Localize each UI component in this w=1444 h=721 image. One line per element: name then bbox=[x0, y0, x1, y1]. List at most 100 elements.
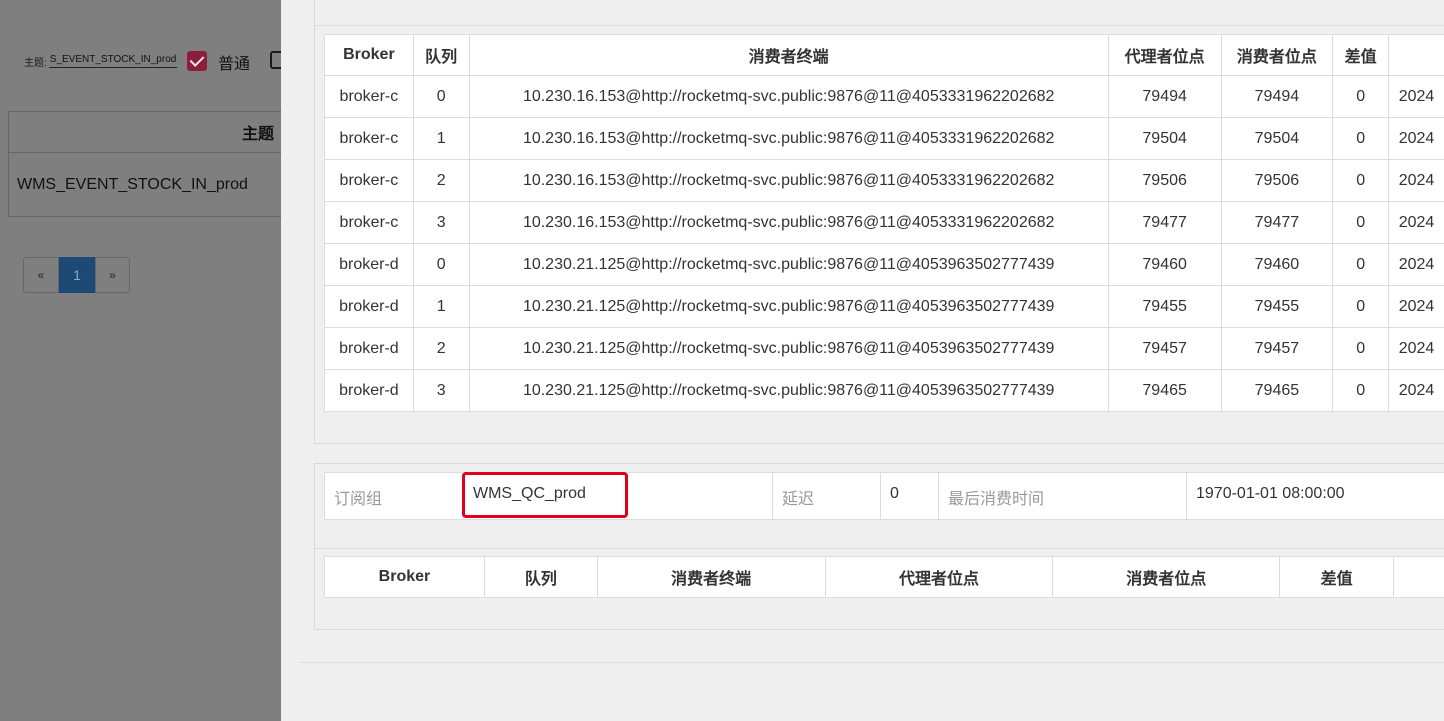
cell-broker-offset: 79455 bbox=[1107, 285, 1222, 328]
cell-broker-offset: 79460 bbox=[1107, 243, 1222, 286]
cell-broker: broker-c bbox=[324, 75, 414, 118]
cell-time: 2024 bbox=[1388, 285, 1444, 328]
cell-time: 2024 bbox=[1388, 327, 1444, 370]
cell-time: 2024 bbox=[1388, 369, 1444, 412]
cell-consumer-client: 10.230.21.125@http://rocketmq-svc.public… bbox=[468, 327, 1109, 370]
cell-broker: broker-c bbox=[324, 159, 414, 202]
table-row: broker-d 0 10.230.21.125@http://rocketmq… bbox=[324, 243, 1444, 286]
table-row: broker-d 2 10.230.21.125@http://rocketmq… bbox=[324, 327, 1444, 370]
cell-broker-offset: 79457 bbox=[1107, 327, 1222, 370]
col-consumer-offset: 消费者位点 bbox=[1220, 34, 1334, 76]
cell-diff: 0 bbox=[1332, 327, 1390, 370]
cell-broker: broker-d bbox=[324, 369, 414, 412]
cell-consumer-offset: 79504 bbox=[1220, 117, 1334, 160]
table-row: broker-c 1 10.230.16.153@http://rocketmq… bbox=[324, 117, 1444, 160]
cell-time: 2024 bbox=[1388, 159, 1444, 202]
table-row[interactable]: WMS_EVENT_STOCK_IN_prod bbox=[9, 153, 309, 216]
cell-consumer-offset: 79457 bbox=[1220, 327, 1334, 370]
cell-queue: 2 bbox=[412, 159, 470, 202]
cell-time: 2024 bbox=[1388, 75, 1444, 118]
cell-diff: 0 bbox=[1332, 75, 1390, 118]
col-consumer-client: 消费者终端 bbox=[596, 556, 826, 598]
last-consume-value: 1970-01-01 08:00:00 bbox=[1187, 473, 1444, 519]
cell-broker-offset: 79504 bbox=[1107, 117, 1222, 160]
col-consumer-client: 消费者终端 bbox=[468, 34, 1109, 76]
col-time bbox=[1393, 556, 1444, 598]
cell-queue: 0 bbox=[412, 75, 470, 118]
cell-diff: 0 bbox=[1332, 117, 1390, 160]
topic-filter-label: 主题: bbox=[24, 57, 47, 69]
cell-time: 2024 bbox=[1388, 117, 1444, 160]
table-row: broker-c 3 10.230.16.153@http://rocketmq… bbox=[324, 201, 1444, 244]
normal-checkbox[interactable] bbox=[187, 51, 207, 71]
queue-panel-1: Broker 队列 消费者终端 代理者位点 消费者位点 差值 broker-c … bbox=[314, 0, 1444, 444]
normal-checkbox-label: 普通 bbox=[218, 56, 251, 73]
pagination: « 1 » bbox=[23, 257, 130, 293]
cell-consumer-client: 10.230.21.125@http://rocketmq-svc.public… bbox=[468, 243, 1109, 286]
cell-consumer-offset: 79465 bbox=[1220, 369, 1334, 412]
col-broker-offset: 代理者位点 bbox=[824, 556, 1054, 598]
divider bbox=[315, 548, 1444, 549]
divider bbox=[315, 25, 1444, 26]
topic-filter-input[interactable]: S_EVENT_STOCK_IN_prod bbox=[48, 54, 178, 68]
group-label: 订阅组 bbox=[325, 473, 464, 519]
queue-table-2: Broker 队列 消费者终端 代理者位点 消费者位点 差值 bbox=[324, 556, 1444, 598]
cell-broker: broker-c bbox=[324, 117, 414, 160]
cell-consumer-offset: 79455 bbox=[1220, 285, 1334, 328]
cell-broker-offset: 79506 bbox=[1107, 159, 1222, 202]
cell-consumer-client: 10.230.21.125@http://rocketmq-svc.public… bbox=[468, 285, 1109, 328]
cell-queue: 0 bbox=[412, 243, 470, 286]
cell-consumer-client: 10.230.21.125@http://rocketmq-svc.public… bbox=[468, 369, 1109, 412]
cell-queue: 1 bbox=[412, 117, 470, 160]
cell-broker: broker-d bbox=[324, 285, 414, 328]
topic-filter: 主题: S_EVENT_STOCK_IN_prod bbox=[24, 49, 178, 73]
pager-next-button[interactable]: » bbox=[95, 257, 130, 293]
divider bbox=[300, 662, 1444, 663]
cell-diff: 0 bbox=[1332, 285, 1390, 328]
cell-consumer-offset: 79460 bbox=[1220, 243, 1334, 286]
pager-page-1[interactable]: 1 bbox=[59, 257, 95, 293]
pager-prev-button[interactable]: « bbox=[23, 257, 59, 293]
queue-table: Broker 队列 消费者终端 代理者位点 消费者位点 差值 broker-c … bbox=[324, 34, 1444, 412]
cell-time: 2024 bbox=[1388, 243, 1444, 286]
consumer-detail-drawer: Broker 队列 消费者终端 代理者位点 消费者位点 差值 broker-c … bbox=[281, 0, 1444, 721]
cell-diff: 0 bbox=[1332, 159, 1390, 202]
cell-consumer-offset: 79477 bbox=[1220, 201, 1334, 244]
table-row: broker-d 3 10.230.21.125@http://rocketmq… bbox=[324, 369, 1444, 412]
cell-queue: 3 bbox=[412, 369, 470, 412]
col-time bbox=[1388, 34, 1444, 76]
cell-broker-offset: 79465 bbox=[1107, 369, 1222, 412]
highlight-box bbox=[462, 472, 628, 518]
cell-broker-offset: 79494 bbox=[1107, 75, 1222, 118]
delay-label: 延迟 bbox=[773, 473, 881, 519]
cell-broker: broker-c bbox=[324, 201, 414, 244]
cell-diff: 0 bbox=[1332, 369, 1390, 412]
table-row: broker-d 1 10.230.21.125@http://rocketmq… bbox=[324, 285, 1444, 328]
cell-consumer-offset: 79506 bbox=[1220, 159, 1334, 202]
col-diff: 差值 bbox=[1332, 34, 1390, 76]
col-queue: 队列 bbox=[412, 34, 470, 76]
cell-diff: 0 bbox=[1332, 243, 1390, 286]
delay-value: 0 bbox=[881, 473, 939, 519]
cell-time: 2024 bbox=[1388, 201, 1444, 244]
col-consumer-offset: 消费者位点 bbox=[1052, 556, 1281, 598]
col-broker: Broker bbox=[324, 556, 485, 598]
cell-broker-offset: 79477 bbox=[1107, 201, 1222, 244]
table-row: broker-c 2 10.230.16.153@http://rocketmq… bbox=[324, 159, 1444, 202]
cell-consumer-client: 10.230.16.153@http://rocketmq-svc.public… bbox=[468, 117, 1109, 160]
queue-table-header: Broker 队列 消费者终端 代理者位点 消费者位点 差值 bbox=[324, 34, 1444, 76]
topic-table-header: 主题 bbox=[9, 112, 309, 153]
col-diff: 差值 bbox=[1279, 556, 1395, 598]
table-row: broker-c 0 10.230.16.153@http://rocketmq… bbox=[324, 75, 1444, 118]
cell-queue: 2 bbox=[412, 327, 470, 370]
cell-broker: broker-d bbox=[324, 327, 414, 370]
cell-consumer-client: 10.230.16.153@http://rocketmq-svc.public… bbox=[468, 159, 1109, 202]
cell-queue: 1 bbox=[412, 285, 470, 328]
topic-table: 主题 WMS_EVENT_STOCK_IN_prod bbox=[8, 111, 309, 217]
cell-broker: broker-d bbox=[324, 243, 414, 286]
col-broker-offset: 代理者位点 bbox=[1107, 34, 1222, 76]
cell-consumer-client: 10.230.16.153@http://rocketmq-svc.public… bbox=[468, 201, 1109, 244]
col-broker: Broker bbox=[324, 34, 414, 76]
last-consume-label: 最后消费时间 bbox=[939, 473, 1187, 519]
cell-queue: 3 bbox=[412, 201, 470, 244]
